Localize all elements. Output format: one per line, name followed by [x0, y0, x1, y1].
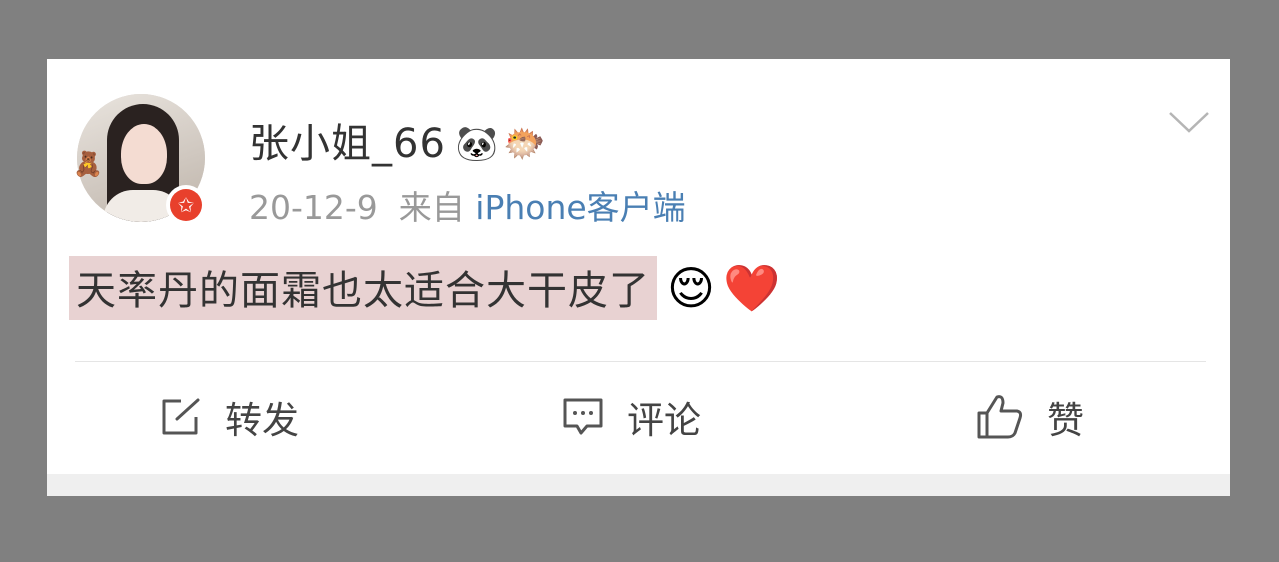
post-content: 天率丹的面霜也太适合大干皮了 😌 ❤️	[69, 256, 781, 320]
weibo-post-card: 🧸 ✩ 张小姐_66 🐼 🐡 20-12-9 来自 iPhone客户端 天率丹的面霜…	[47, 59, 1230, 496]
comment-icon	[563, 398, 603, 435]
username[interactable]: 张小姐_66	[249, 121, 446, 167]
repost-button[interactable]: 转发	[159, 387, 299, 447]
verified-badge: ✩	[166, 185, 206, 225]
post-date: 20-12-9	[249, 188, 378, 227]
divider	[75, 361, 1206, 362]
from-label: 来自	[398, 188, 465, 227]
fish-icon[interactable]: 🐡	[503, 124, 546, 164]
card-footer-strip	[47, 474, 1230, 496]
username-row: 张小姐_66 🐼 🐡	[249, 111, 551, 169]
chevron-down-icon[interactable]	[1167, 109, 1211, 137]
comment-button[interactable]: 评论	[561, 387, 701, 447]
like-label: 赞	[1047, 399, 1084, 442]
repost-label: 转发	[225, 399, 299, 442]
comment-label: 评论	[627, 399, 701, 442]
like-button[interactable]: 赞	[975, 387, 1084, 447]
user-badge-icons: 🐼 🐡	[456, 119, 551, 165]
panda-icon[interactable]: 🐼	[456, 124, 499, 164]
post-source-link[interactable]: iPhone客户端	[475, 188, 685, 227]
star-icon: ✩	[170, 189, 202, 221]
thumbs-up-icon	[977, 395, 1023, 439]
teddy-bear-icon: 🧸	[73, 150, 103, 178]
red-heart-emoji: ❤️	[722, 261, 781, 315]
post-text: 天率丹的面霜也太适合大干皮了	[69, 256, 657, 320]
relieved-face-emoji: 😌	[667, 261, 715, 315]
post-meta: 20-12-9 来自 iPhone客户端	[249, 181, 686, 229]
avatar-face	[121, 124, 167, 184]
repost-icon	[162, 398, 200, 435]
